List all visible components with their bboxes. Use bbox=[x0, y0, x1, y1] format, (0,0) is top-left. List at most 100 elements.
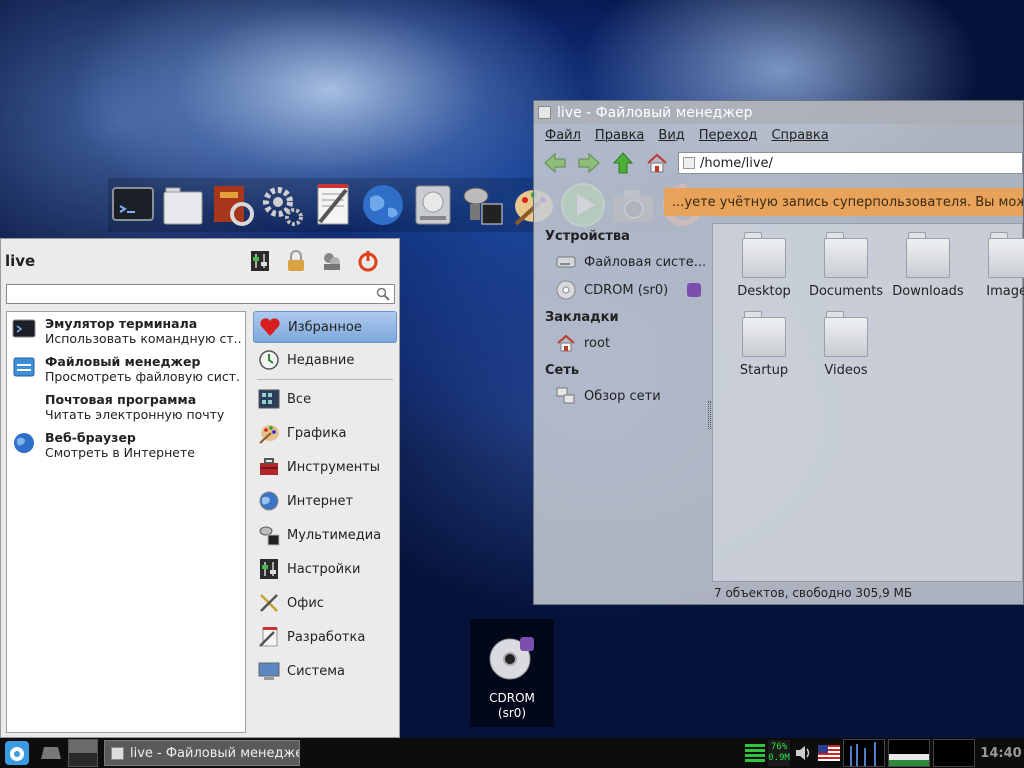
file-label: Startup bbox=[739, 363, 789, 378]
menu-go[interactable]: Переход bbox=[699, 128, 758, 143]
pane-splitter[interactable] bbox=[708, 401, 711, 429]
favorite-file-manager[interactable]: Файловый менеджер Просмотреть файловую си… bbox=[7, 350, 245, 388]
folder-startup[interactable]: Startup bbox=[723, 311, 805, 378]
window-icon bbox=[538, 106, 551, 119]
desktop-icon-label: (sr0) bbox=[497, 706, 527, 720]
category-system[interactable]: Система bbox=[253, 654, 397, 688]
dock-settings[interactable] bbox=[260, 180, 306, 230]
keyboard-layout-button[interactable] bbox=[818, 742, 840, 764]
menu-file[interactable]: Файл bbox=[545, 128, 581, 143]
network-graph bbox=[843, 739, 885, 767]
dock-terminal[interactable] bbox=[110, 180, 156, 230]
menu-help[interactable]: Справка bbox=[771, 128, 828, 143]
workspace-pager[interactable] bbox=[68, 739, 98, 767]
file-label: Videos bbox=[824, 363, 868, 378]
favorite-terminal[interactable]: Эмулятор терминала Использовать командную… bbox=[7, 312, 245, 350]
category-graphics[interactable]: Графика bbox=[253, 416, 397, 450]
settings-gear-icon bbox=[263, 187, 303, 226]
all-apps-icon bbox=[257, 387, 281, 411]
home-button[interactable] bbox=[644, 150, 670, 176]
taskbar-task-file-manager[interactable]: live - Файловый менеджер bbox=[104, 740, 300, 766]
mail-icon bbox=[11, 392, 37, 418]
menubar: Файл Правка Вид Переход Справка bbox=[534, 124, 1023, 147]
cdrom-icon bbox=[489, 637, 534, 680]
sidebar-item-network[interactable]: Обзор сети bbox=[534, 382, 707, 410]
category-internet[interactable]: Интернет bbox=[253, 484, 397, 518]
power-icon bbox=[358, 251, 378, 272]
category-development[interactable]: Разработка bbox=[253, 620, 397, 654]
sidebar-item-label: Файловая систе... bbox=[584, 254, 707, 270]
switch-user-icon bbox=[324, 253, 340, 270]
favorite-mail[interactable]: Почтовая программа Читать электронную поч… bbox=[7, 388, 245, 426]
folder-images[interactable]: Images bbox=[969, 232, 1024, 299]
web-browser-globe-icon bbox=[363, 185, 403, 225]
media-player-icon bbox=[463, 187, 503, 225]
category-list: Избранное Недавние Все Графика Инструмен… bbox=[253, 311, 397, 688]
mem-usage: 0.9M bbox=[768, 753, 790, 763]
menu-search-input[interactable] bbox=[6, 284, 395, 304]
logout-button[interactable] bbox=[355, 248, 381, 274]
sidebar-item-root[interactable]: root bbox=[534, 329, 707, 357]
lock-button[interactable] bbox=[283, 248, 309, 274]
category-recent[interactable]: Недавние bbox=[253, 343, 397, 377]
settings-button[interactable] bbox=[247, 248, 273, 274]
category-all[interactable]: Все bbox=[253, 382, 397, 416]
dock-disk[interactable] bbox=[410, 180, 456, 230]
category-favorites[interactable]: Избранное bbox=[253, 311, 397, 343]
load-graph bbox=[933, 739, 975, 767]
disk-icon bbox=[415, 185, 451, 225]
category-label: Разработка bbox=[287, 629, 366, 645]
development-icon bbox=[257, 625, 281, 649]
favorite-title: Веб-браузер bbox=[45, 430, 136, 445]
bookmarks-heading: Закладки bbox=[545, 310, 619, 325]
sidebar-item-filesystem[interactable]: Файловая систе... bbox=[534, 248, 707, 276]
category-tools[interactable]: Инструменты bbox=[253, 450, 397, 484]
start-menu-button[interactable] bbox=[0, 738, 34, 768]
folder-documents[interactable]: Documents bbox=[805, 232, 887, 299]
workspace-2[interactable] bbox=[69, 753, 97, 766]
volume-button[interactable] bbox=[793, 742, 815, 764]
category-multimedia[interactable]: Мультимедиа bbox=[253, 518, 397, 552]
folder-desktop[interactable]: Desktop bbox=[723, 232, 805, 299]
menu-edit[interactable]: Правка bbox=[595, 128, 644, 143]
window-titlebar[interactable]: live - Файловый менеджер bbox=[534, 101, 1023, 124]
taskbar: live - Файловый менеджер 76% 0.9M 14:40 bbox=[0, 738, 1024, 768]
sidebar: Устройства Файловая систе... CDROM (sr0)… bbox=[534, 223, 707, 580]
category-office[interactable]: Офис bbox=[253, 586, 397, 620]
show-desktop-button[interactable] bbox=[34, 738, 68, 768]
switch-user-button[interactable] bbox=[319, 248, 345, 274]
dock-files[interactable] bbox=[160, 180, 206, 230]
menu-view[interactable]: Вид bbox=[658, 128, 684, 143]
forward-button[interactable] bbox=[576, 150, 602, 176]
dock-text-editor[interactable] bbox=[310, 180, 356, 230]
show-desktop-icon bbox=[41, 747, 61, 759]
terminal-icon bbox=[112, 187, 154, 221]
folder-downloads[interactable]: Downloads bbox=[887, 232, 969, 299]
folder-icon bbox=[742, 311, 786, 357]
favorite-title: Эмулятор терминала bbox=[45, 316, 198, 331]
dock-web-browser[interactable] bbox=[360, 180, 406, 230]
window-title: live - Файловый менеджер bbox=[557, 104, 753, 121]
clock[interactable]: 14:40 bbox=[978, 746, 1024, 761]
location-field[interactable]: /home/live/ bbox=[678, 152, 1023, 174]
location-path: /home/live/ bbox=[700, 155, 773, 171]
cpu-monitor[interactable]: 76% 0.9M bbox=[768, 740, 790, 766]
dock-package-manager[interactable] bbox=[210, 180, 256, 230]
eject-icon[interactable] bbox=[687, 283, 701, 297]
favorite-desc: Смотреть в Интернете bbox=[45, 445, 195, 460]
workspace-1[interactable] bbox=[69, 740, 97, 753]
text-editor-icon bbox=[317, 184, 349, 225]
file-label: Downloads bbox=[892, 284, 964, 299]
memory-graph bbox=[888, 739, 930, 767]
category-settings[interactable]: Настройки bbox=[253, 552, 397, 586]
dock-media-player[interactable] bbox=[460, 180, 506, 230]
file-manager-icon bbox=[11, 354, 37, 380]
network-activity-graph bbox=[850, 742, 876, 766]
up-button[interactable] bbox=[610, 150, 636, 176]
desktop-cdrom-icon[interactable]: CDROM (sr0) bbox=[470, 619, 554, 727]
sidebar-item-cdrom[interactable]: CDROM (sr0) bbox=[534, 276, 707, 304]
favorite-web-browser[interactable]: Веб-браузер Смотреть в Интернете bbox=[7, 426, 245, 464]
category-label: Офис bbox=[287, 595, 324, 611]
back-button[interactable] bbox=[542, 150, 568, 176]
folder-videos[interactable]: Videos bbox=[805, 311, 887, 378]
